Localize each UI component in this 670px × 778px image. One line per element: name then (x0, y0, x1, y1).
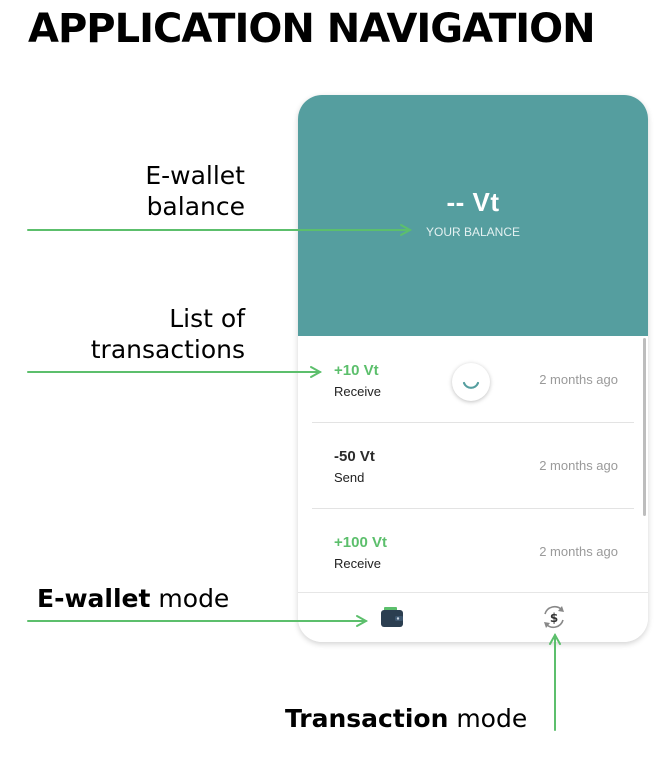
label-wallet-mode: E-wallet mode (37, 583, 229, 614)
label-transaction-mode-bold: Transaction (285, 704, 449, 733)
transaction-time: 2 months ago (539, 544, 618, 559)
transaction-amount: +10 Vt (334, 362, 379, 379)
spinner-icon (462, 381, 480, 389)
phone-screen: -- Vt YOUR BALANCE +10 Vt Receive 2 mont… (298, 95, 648, 642)
bottom-tab-bar: $ (298, 592, 648, 642)
balance-header: -- Vt YOUR BALANCE (298, 95, 648, 336)
transaction-time: 2 months ago (539, 372, 618, 387)
dollar-refresh-icon: $ (544, 606, 564, 628)
tab-wallet-mode[interactable] (376, 601, 408, 633)
transaction-time: 2 months ago (539, 458, 618, 473)
transaction-amount: +100 Vt (334, 534, 387, 551)
svg-text:$: $ (550, 611, 558, 625)
transaction-amount: -50 Vt (334, 448, 375, 465)
label-wallet-mode-bold: E-wallet (37, 584, 151, 613)
wallet-icon (381, 607, 403, 627)
balance-amount: -- Vt (446, 187, 500, 217)
loading-spinner (452, 363, 490, 401)
transaction-type: Send (334, 470, 365, 485)
label-wallet-mode-rest: mode (150, 584, 230, 613)
label-balance: E-wallet balance (145, 161, 245, 221)
transaction-row[interactable]: -50 Vt Send 2 months ago (312, 422, 634, 509)
tab-transaction-mode[interactable]: $ (538, 601, 570, 633)
balance-caption: YOUR BALANCE (425, 225, 521, 239)
transaction-type: Receive (334, 384, 381, 399)
transaction-row[interactable]: +100 Vt Receive 2 months ago (312, 508, 634, 595)
list-scrollbar[interactable] (643, 338, 646, 516)
label-transactions: List of transactions (90, 304, 245, 364)
page-title: APPLICATION NAVIGATION (28, 6, 596, 52)
label-transaction-mode-rest: mode (448, 704, 528, 733)
label-transaction-mode: Transaction mode (285, 703, 527, 734)
transaction-type: Receive (334, 556, 381, 571)
